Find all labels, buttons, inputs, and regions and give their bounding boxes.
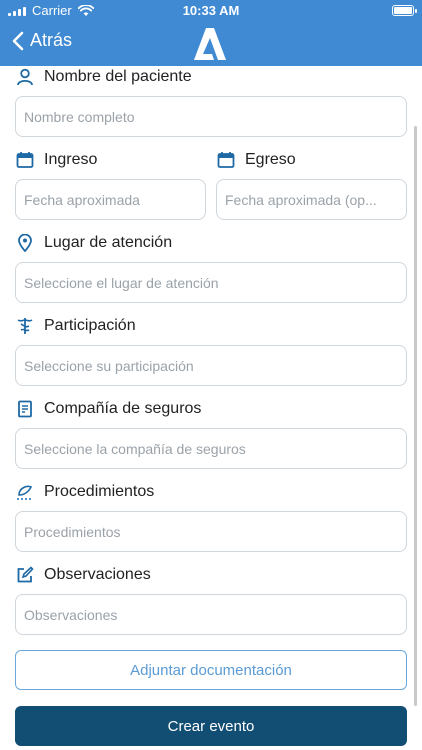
app-header: Carrier 10:33 AM Atrás	[0, 0, 422, 66]
participation-label: Participación	[44, 317, 136, 334]
location-label-row: Lugar de atención	[16, 234, 172, 252]
insurance-label: Compañía de seguros	[44, 400, 202, 417]
insurance-document-icon	[16, 400, 34, 418]
back-button[interactable]: Atrás	[12, 30, 72, 51]
scrollbar[interactable]	[414, 126, 417, 706]
calendar-icon	[217, 151, 235, 169]
chevron-left-icon	[12, 31, 24, 50]
discharge-date-input[interactable]: Fecha aproximada (op...	[216, 179, 407, 220]
person-icon	[16, 68, 34, 86]
location-label: Lugar de atención	[44, 234, 173, 251]
procedures-input[interactable]: Procedimientos	[15, 511, 407, 552]
participation-label-row: Participación	[16, 317, 136, 335]
observations-input[interactable]: Observaciones	[15, 594, 407, 635]
edit-icon	[16, 566, 34, 584]
procedure-icon	[16, 483, 34, 501]
procedures-label-row: Procedimientos	[16, 483, 154, 501]
form-content: Nombre del paciente Nombre completo Ingr…	[0, 66, 422, 750]
insurance-label-row: Compañía de seguros	[16, 400, 201, 418]
patient-name-label-row: Nombre del paciente	[16, 68, 192, 86]
brand-a-logo	[194, 28, 226, 60]
battery-icon	[392, 5, 417, 16]
status-bar: Carrier 10:33 AM	[0, 0, 422, 22]
back-label: Atrás	[30, 30, 73, 50]
patient-name-input[interactable]: Nombre completo	[15, 96, 407, 137]
admission-date-input[interactable]: Fecha aproximada	[15, 179, 206, 220]
participation-select[interactable]: Seleccione su participación	[15, 345, 407, 386]
status-time: 10:33 AM	[182, 3, 240, 18]
admission-label: Ingreso	[44, 151, 98, 168]
calendar-icon	[16, 151, 34, 169]
discharge-label: Egreso	[245, 151, 296, 168]
attach-documentation-button[interactable]: Adjuntar documentación	[15, 650, 407, 690]
observations-label-row: Observaciones	[16, 566, 151, 584]
location-select[interactable]: Seleccione el lugar de atención	[15, 262, 407, 303]
patient-name-label: Nombre del paciente	[44, 68, 192, 85]
admission-label-row: Ingreso	[16, 151, 97, 169]
observations-label: Observaciones	[44, 566, 151, 583]
procedures-label: Procedimientos	[44, 483, 155, 500]
discharge-label-row: Egreso	[217, 151, 296, 169]
map-pin-icon	[16, 234, 34, 252]
create-event-button[interactable]: Crear evento	[15, 706, 407, 746]
navigation-bar: Atrás	[0, 22, 422, 66]
insurance-select[interactable]: Seleccione la compañía de seguros	[15, 428, 407, 469]
caduceus-icon	[16, 317, 34, 335]
